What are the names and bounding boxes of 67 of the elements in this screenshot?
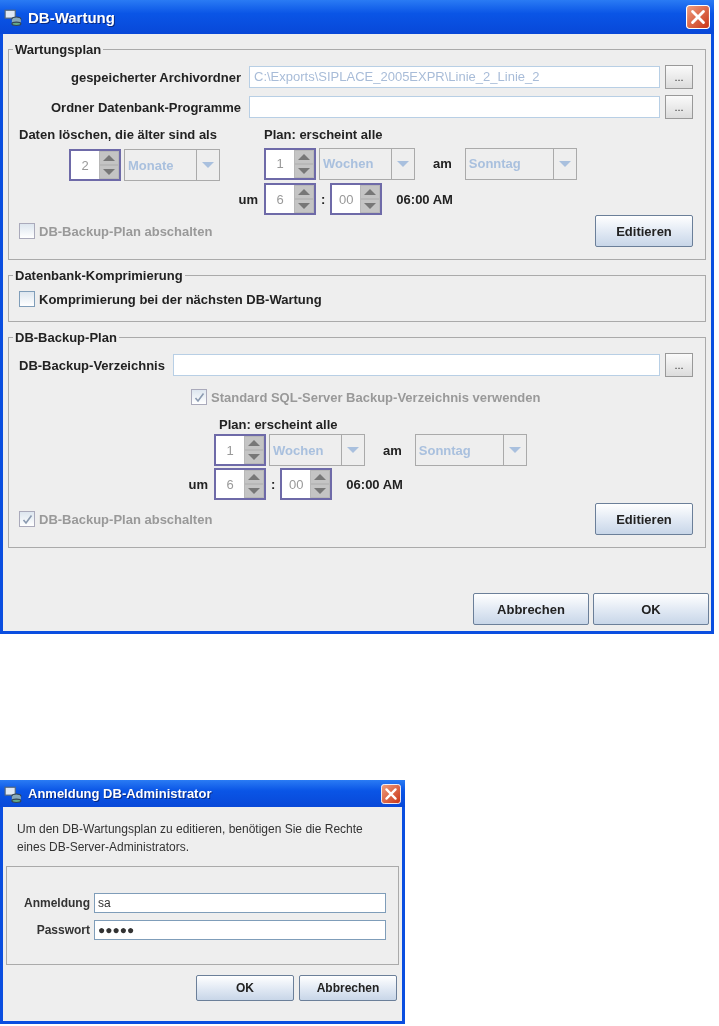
- field-label: Ordner Datenbank-Programme: [50, 99, 242, 115]
- edit-button[interactable]: Editieren: [595, 503, 693, 535]
- caret-icon: [558, 160, 571, 167]
- spin-arrows-icon: [294, 185, 314, 213]
- spin-arrows-icon: [99, 151, 119, 179]
- field-label: gespeicherter Archivordner: [69, 69, 242, 85]
- field-label: Anmeldung: [23, 896, 90, 910]
- time-separator: :: [271, 476, 276, 492]
- spin-arrows-icon: [294, 149, 314, 178]
- dropdown[interactable]: Sonntag: [414, 434, 527, 466]
- cancel-button[interactable]: Abbrechen: [299, 975, 397, 1001]
- time-separator: :: [321, 191, 326, 207]
- time-label: um: [237, 191, 259, 207]
- field-label: Passwort: [35, 923, 90, 937]
- schedule-label: Plan: erscheint alle: [264, 127, 383, 142]
- retention-spinner[interactable]: 2: [69, 149, 121, 181]
- edit-button[interactable]: Editieren: [595, 215, 693, 247]
- checkbox[interactable]: [19, 291, 35, 307]
- time-label: um: [187, 476, 209, 492]
- database-icon: [4, 784, 22, 803]
- input-field[interactable]: ●●●●●: [94, 920, 386, 940]
- section-title: Wartungsplan: [14, 42, 103, 57]
- minute-spinner[interactable]: 00: [330, 183, 383, 215]
- interval-spinner[interactable]: 1: [214, 434, 266, 466]
- checkmark-icon: [21, 513, 33, 525]
- checkmark-icon: [193, 391, 205, 403]
- close-icon[interactable]: [381, 783, 401, 804]
- time-text: 06:00 AM: [346, 476, 403, 492]
- caret-icon: [347, 447, 359, 453]
- checkbox-label: Standard SQL-Server Backup-Verzeichnis verwenden: [211, 389, 541, 405]
- cancel-button[interactable]: Abbrechen: [473, 593, 589, 625]
- window-title: DB-Wartung: [28, 8, 116, 26]
- checkbox-label: Komprimierung bei der nächsten DB-Wartung: [39, 291, 322, 307]
- hour-spinner[interactable]: 6: [264, 183, 316, 215]
- caret-icon: [202, 162, 214, 168]
- dropdown[interactable]: Monate: [124, 149, 220, 181]
- dropdown[interactable]: Sonntag: [464, 147, 577, 180]
- checkbox-label: DB-Backup-Plan abschalten: [39, 511, 213, 527]
- field-label: DB-Backup-Verzeichnis: [19, 357, 166, 373]
- window-title: Anmeldung DB-Administrator: [28, 786, 213, 801]
- dropdown[interactable]: Wochen: [269, 434, 365, 466]
- checkbox-label: DB-Backup-Plan abschalten: [39, 223, 213, 239]
- path-field[interactable]: [172, 354, 660, 376]
- hour-spinner[interactable]: 6: [214, 468, 266, 500]
- ok-button[interactable]: OK: [196, 975, 294, 1001]
- spin-arrows-icon: [310, 470, 331, 498]
- message-text: Um den DB-Wartungsplan zu editieren, benötigen Sie die Rechte eines DB-Server-Administrators.: [16, 821, 364, 856]
- close-icon[interactable]: [686, 5, 710, 29]
- interval-spinner[interactable]: 1: [264, 147, 316, 180]
- time-text: 06:00 AM: [396, 191, 453, 207]
- section-title: Datenbank-Komprimierung: [14, 268, 184, 283]
- ok-button[interactable]: OK: [593, 593, 709, 625]
- database-icon: [4, 8, 22, 26]
- section-title: DB-Backup-Plan: [14, 330, 118, 345]
- input-field[interactable]: sa: [94, 893, 386, 913]
- caret-icon: [397, 160, 409, 167]
- day-label: am: [433, 156, 452, 171]
- delete-label: Daten löschen, die älter sind als: [19, 127, 218, 142]
- spin-arrows-icon: [244, 436, 264, 464]
- spin-arrows-icon: [360, 185, 381, 213]
- day-label: am: [383, 442, 402, 458]
- minute-spinner[interactable]: 00: [280, 468, 333, 500]
- dropdown[interactable]: Wochen: [319, 147, 415, 180]
- browse-button[interactable]: ...: [665, 353, 693, 377]
- schedule-label: Plan: erscheint alle: [219, 417, 338, 432]
- caret-icon: [508, 447, 521, 453]
- spin-arrows-icon: [244, 470, 264, 498]
